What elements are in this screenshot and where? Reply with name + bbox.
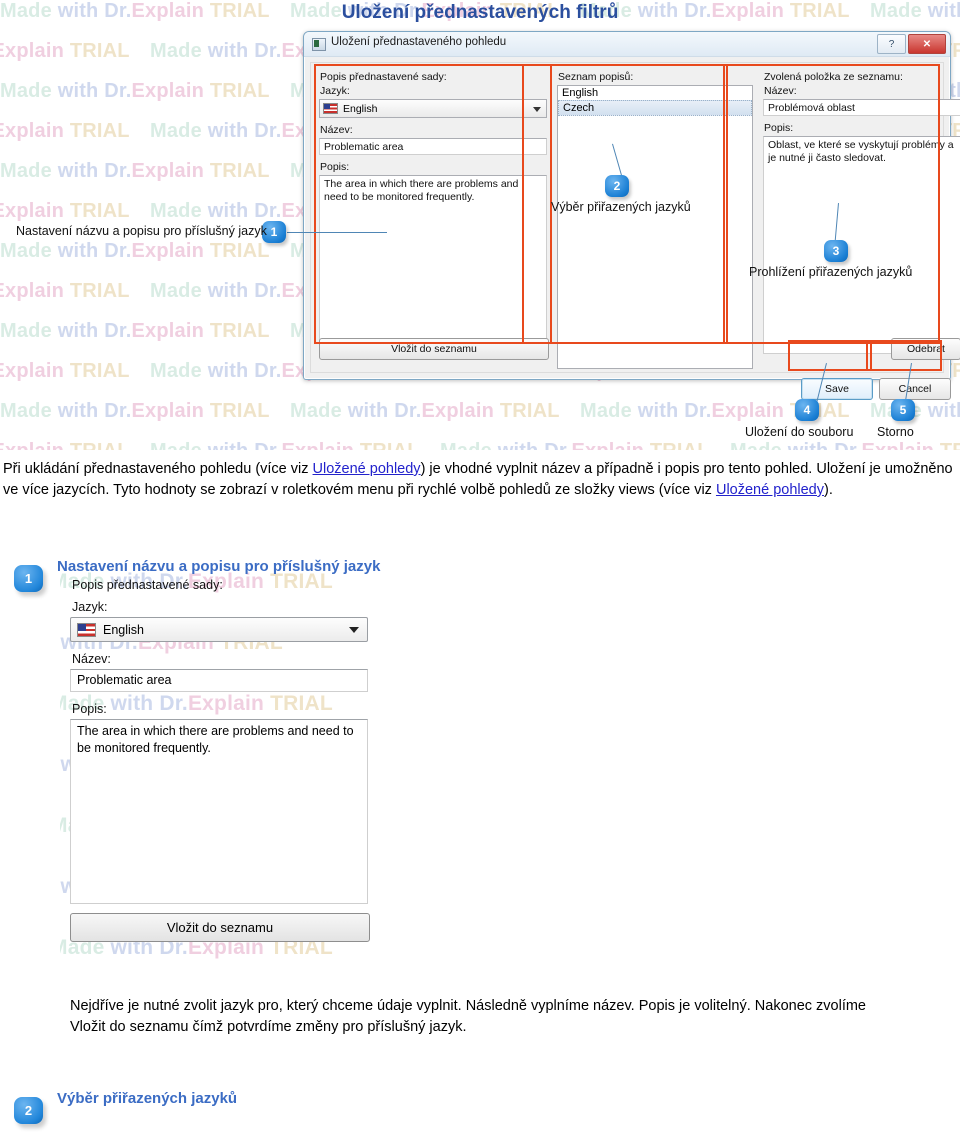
section-1-badge: 1 [14,565,43,592]
chevron-down-icon [349,627,359,633]
dialog-titlebar: Uložení přednastaveného pohledu ? ✕ [304,32,950,57]
save-button[interactable]: Save [801,378,873,400]
section-1-heading: Nastavení názvu a popisu pro příslušný j… [57,558,381,575]
watermark-text: Made with Dr.Explain TRIAL [0,40,130,62]
watermark-text: Made with Dr.Explain TRIAL [0,120,130,142]
watermark-text: Made with Dr.Explain TRIAL [0,360,130,382]
watermark-text: Made with Dr.Explain TRIAL [0,280,130,302]
shot-name-label: Název: [72,652,111,666]
highlight-region-3 [723,64,940,344]
shot-add-to-list-button[interactable]: Vložit do seznamu [70,913,370,942]
highlight-region-1 [314,64,552,344]
callout-2-text: Výběr přiřazených jazyků [551,200,691,214]
section-2-badge: 2 [14,1097,43,1124]
cancel-button[interactable]: Cancel [879,378,951,400]
watermark-text: Made with Dr.Explain TRIAL [0,440,130,450]
callout-5-text: Storno [877,425,914,439]
watermark-text: Made with Dr.Explain TRIAL [870,400,960,422]
callout-5-bubble: 5 [891,399,915,421]
intro-text-a: Při ukládání přednastaveného pohledu (ví… [3,461,313,477]
shot-language-combobox[interactable]: English [70,617,368,642]
callout-3-bubble: 3 [824,240,848,262]
flag-us-icon [77,622,96,637]
callout-1-leader [287,232,387,233]
shot-description-label: Popis: [72,702,107,716]
watermark-text: Made with Dr.Explain TRIAL [290,400,560,422]
shot-language-label: Jazyk: [72,600,108,614]
watermark-text: Made with Dr.Explain TRIAL [0,240,270,262]
shot-group-label: Popis přednastavené sady: [72,578,223,592]
watermark-text: Made with Dr.Explain TRIAL [0,160,270,182]
link-ulozene-pohledy-1[interactable]: Uložené pohledy [313,461,421,477]
page-title: Uložení přednastavených filtrů [341,2,619,23]
help-button[interactable]: ? [877,34,906,54]
callout-2-bubble: 2 [605,175,629,197]
window-buttons: ? ✕ [877,34,946,54]
intro-paragraph: Při ukládání přednastaveného pohledu (ví… [3,459,957,501]
section-1-screenshot: Popis přednastavené sady: Jazyk: English… [70,578,375,983]
dialog-title: Uložení přednastaveného pohledu [331,36,507,48]
highlight-region-5 [866,340,942,371]
link-ulozene-pohledy-2[interactable]: Uložené pohledy [716,482,824,498]
shot-language-value: English [103,622,144,637]
section-1-paragraph: Nejdříve je nutné zvolit jazyk pro, kter… [70,998,866,1035]
watermark-text: Made with Dr.Explain TRIAL [0,80,270,102]
shot-name-input[interactable]: Problematic area [70,669,368,692]
watermark-text: Made with Dr.Explain TRIAL [0,200,130,222]
watermark-text: Made with Dr.Explain TRIAL [0,400,270,422]
section-2-heading: Výběr přiřazených jazyků [57,1090,238,1107]
callout-1-text: Nastavení názvu a popisu pro příslušný j… [16,224,267,238]
intro-text-c: ). [824,482,833,498]
watermark-text: Made with Dr.Explain TRIAL [440,440,710,450]
close-icon[interactable]: ✕ [908,34,946,54]
window-icon [312,38,326,51]
callout-4-text: Uložení do souboru [745,425,854,439]
watermark-text: Made with Dr.Explain TRIAL [0,320,270,342]
callout-4-bubble: 4 [795,399,819,421]
watermark-text: Made with Dr.Explain TRIAL [730,440,960,450]
highlight-region-4 [788,340,872,371]
shot-description-textarea[interactable]: The area in which there are problems and… [70,719,368,904]
callout-3-text: Prohlížení přiřazených jazyků [749,265,913,279]
watermark-text: Made with Dr.Explain TRIAL [150,440,420,450]
